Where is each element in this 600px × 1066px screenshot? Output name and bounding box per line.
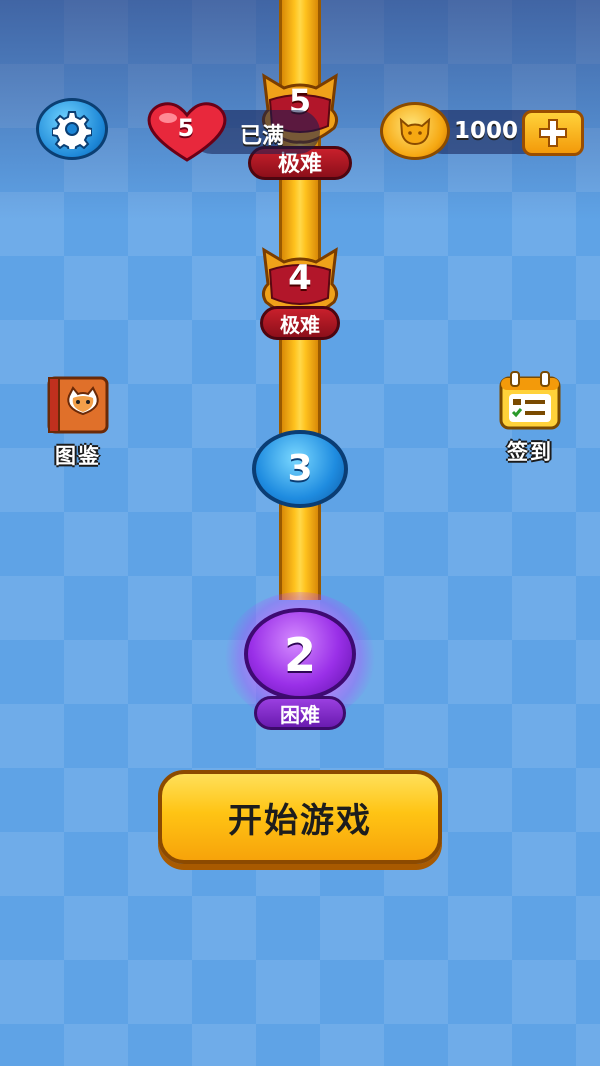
checkin-label: 签到 <box>507 440 553 464</box>
collection-label: 图鉴 <box>55 444 101 468</box>
level-3-number: 3 <box>287 448 313 489</box>
start-game-button[interactable]: 开始游戏 <box>158 770 442 864</box>
level-4-number: 4 <box>288 258 312 298</box>
lives-status: 已满 <box>240 124 285 149</box>
cat-face-icon <box>399 117 431 146</box>
level-3-node[interactable]: 3 <box>252 430 348 508</box>
checkin-button[interactable]: 签到 <box>490 370 570 466</box>
plus-icon <box>539 119 567 147</box>
lives-count: 5 <box>177 114 195 142</box>
level-4-difficulty: 极难 <box>260 306 340 340</box>
level-2-number: 2 <box>283 628 316 682</box>
level-2-node[interactable]: 2 <box>244 608 356 700</box>
gear-icon <box>52 111 92 149</box>
collection-button[interactable]: 图鉴 <box>38 374 118 470</box>
level-2-difficulty: 困难 <box>254 696 346 730</box>
settings-button[interactable] <box>36 98 108 160</box>
add-coins-button[interactable] <box>522 110 584 156</box>
calendar-icon <box>499 371 561 430</box>
cat-book-icon <box>47 376 109 434</box>
cat-coin-icon <box>380 102 450 160</box>
start-game-label: 开始游戏 <box>228 800 372 841</box>
coin-count: 1000 <box>454 118 519 144</box>
